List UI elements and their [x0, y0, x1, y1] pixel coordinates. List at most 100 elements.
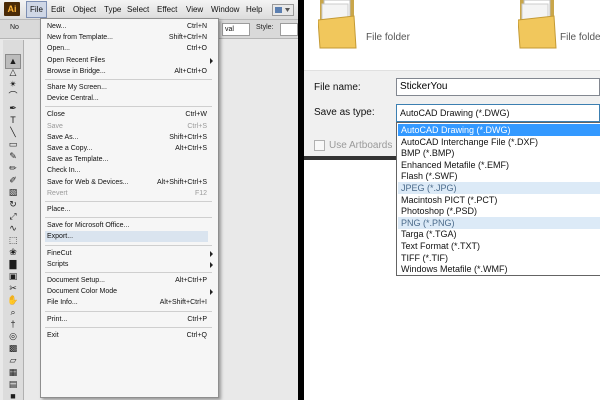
folder-icon[interactable]	[318, 0, 358, 52]
file-type-option[interactable]: BMP (*.BMP)	[398, 147, 600, 159]
save-dialog: File folder File folder File name: Save …	[304, 0, 600, 400]
menu-separator	[45, 79, 212, 80]
menu-item-browse-in-bridge[interactable]: Browse in Bridge... Alt+Ctrl+O	[42, 66, 217, 77]
file-name-label: File name:	[314, 82, 361, 93]
menu-view[interactable]: View	[183, 2, 206, 17]
save-as-type-select[interactable]: AutoCAD Drawing (*.DWG)	[396, 104, 600, 122]
menu-item-shortcut: Shift+Ctrl+S	[169, 133, 207, 141]
menu-item-label: Scripts	[47, 260, 69, 268]
menu-item-scripts[interactable]: Scripts	[42, 259, 217, 270]
file-type-option[interactable]: JPEG (*.JPG)	[398, 182, 600, 194]
submenu-arrow-icon	[210, 57, 213, 64]
menu-separator	[45, 272, 212, 273]
menu-item-label: Revert	[47, 189, 68, 197]
menu-item-new[interactable]: New... Ctrl+N	[42, 21, 217, 32]
menu-item-place[interactable]: Place...	[42, 204, 217, 215]
menu-separator	[45, 106, 212, 108]
menu-item-label: File Info...	[47, 299, 78, 307]
submenu-arrow-icon	[210, 261, 213, 268]
menu-item-label: Check In...	[47, 167, 81, 175]
file-type-option[interactable]: Flash (*.SWF)	[398, 170, 600, 182]
style-label: Style:	[256, 24, 274, 31]
menu-item-file-info[interactable]: File Info... Alt+Shift+Ctrl+I	[42, 297, 217, 308]
menu-item-label: Browse in Bridge...	[47, 67, 106, 75]
file-type-option[interactable]: Macintosh PICT (*.PCT)	[398, 194, 600, 206]
menu-item-label: Exit	[47, 331, 59, 339]
ai-app-icon: Ai	[4, 2, 20, 16]
menu-item-save-for-microsoft-office[interactable]: Save for Microsoft Office...	[42, 220, 217, 231]
folder-label: File folder	[560, 32, 600, 43]
menu-item-close[interactable]: Close Ctrl+W	[42, 109, 217, 120]
menu-select[interactable]: Select	[124, 2, 152, 17]
menu-item-label: Save	[47, 122, 63, 130]
use-artboards-checkbox[interactable]	[314, 140, 325, 151]
control-bar-label: No	[10, 24, 19, 31]
menu-item-shortcut: Alt+Ctrl+P	[175, 277, 207, 284]
minibridge-icon[interactable]	[272, 4, 294, 16]
menu-item-document-color-mode[interactable]: Document Color Mode	[42, 286, 217, 297]
menu-item-label: Share My Screen...	[47, 84, 107, 91]
submenu-arrow-icon	[210, 250, 213, 257]
menu-item-save-as[interactable]: Save As... Shift+Ctrl+S	[42, 132, 217, 143]
fill-stroke-icon[interactable]: ■	[6, 390, 20, 400]
menu-item-save-for-web-devices[interactable]: Save for Web & Devices... Alt+Shift+Ctrl+…	[42, 177, 217, 188]
file-type-option[interactable]: AutoCAD Drawing (*.DWG)	[398, 124, 600, 136]
menu-effect[interactable]: Effect	[154, 2, 180, 17]
menu-item-label: Place...	[47, 206, 71, 213]
menu-item-open-recent-files[interactable]: Open Recent Files	[42, 55, 217, 66]
menu-object[interactable]: Object	[70, 2, 99, 17]
file-name-input[interactable]	[396, 78, 600, 96]
menu-window[interactable]: Window	[208, 2, 242, 17]
menu-item-shortcut: Ctrl+N	[186, 23, 207, 30]
submenu-arrow-icon	[210, 289, 213, 296]
file-type-option[interactable]: Targa (*.TGA)	[398, 228, 600, 240]
menu-item-exit[interactable]: Exit Ctrl+Q	[42, 330, 217, 341]
menu-item-shortcut: Shift+Ctrl+N	[168, 34, 207, 42]
file-type-option[interactable]: Photoshop (*.PSD)	[398, 205, 600, 217]
folder-label: File folder	[366, 32, 410, 43]
menu-item-shortcut: Alt+Shift+Ctrl+S	[157, 178, 207, 186]
menu-item-finecut[interactable]: FineCut	[42, 248, 217, 259]
stroke-profile-field[interactable]: val	[222, 23, 250, 36]
menu-type[interactable]: Type	[101, 2, 124, 17]
menu-item-share-my-screen[interactable]: Share My Screen...	[42, 82, 217, 93]
file-type-option[interactable]: TIFF (*.TIF)	[398, 252, 600, 264]
menu-item-print[interactable]: Print... Ctrl+P	[42, 314, 217, 325]
menu-item-label: Save for Web & Devices...	[47, 178, 129, 186]
file-type-option[interactable]: PNG (*.PNG)	[398, 216, 600, 229]
menu-file[interactable]: File	[26, 1, 47, 18]
style-swatch-field[interactable]	[280, 23, 298, 36]
use-artboards-label: Use Artboards	[329, 140, 393, 151]
folder-icon[interactable]	[518, 0, 558, 52]
menu-item-save-as-template[interactable]: Save as Template...	[42, 154, 217, 165]
menu-separator	[45, 326, 212, 328]
menu-item-export[interactable]: Export...	[45, 231, 208, 243]
menu-item-device-central[interactable]: Device Central...	[42, 93, 217, 104]
menu-item-open[interactable]: Open... Ctrl+O	[42, 43, 217, 54]
menu-item-label: Export...	[47, 233, 74, 241]
menu-item-label: Open Recent Files	[47, 56, 105, 64]
file-type-option[interactable]: Text Format (*.TXT)	[398, 240, 600, 252]
menu-item-label: Save as Template...	[47, 156, 109, 164]
menu-help[interactable]: Help	[243, 2, 265, 17]
file-type-option[interactable]: AutoCAD Interchange File (*.DXF)	[398, 136, 600, 148]
menu-item-shortcut: Ctrl+S	[187, 122, 207, 130]
menu-item-save-a-copy[interactable]: Save a Copy... Alt+Ctrl+S	[42, 143, 217, 154]
menu-edit[interactable]: Edit	[48, 2, 68, 17]
menu-item-document-setup[interactable]: Document Setup... Alt+Ctrl+P	[42, 275, 217, 286]
menu-item-shortcut: Ctrl+P	[187, 315, 207, 323]
menu-item-label: Device Central...	[47, 95, 99, 103]
menu-item-shortcut: Alt+Shift+Ctrl+I	[159, 299, 207, 307]
menu-item-check-in[interactable]: Check In...	[42, 165, 217, 176]
menu-separator	[45, 201, 212, 202]
file-type-option[interactable]: Windows Metafile (*.WMF)	[398, 263, 600, 275]
file-type-option[interactable]: Enhanced Metafile (*.EMF)	[398, 159, 600, 171]
toolbox: ▲ △ ✴ ⌒ ✒ T ╲ ▭ ✎ ✏ ✐ ▧ ↻ ⤢ ∿ ⬚ ❀ ▇ ▣ ✂ ✋ ⌕ † ◎ ▩ ▱ ▦ ▤ ■	[3, 40, 24, 400]
menu-item-shortcut: Alt+Ctrl+S	[175, 145, 207, 152]
menu-item-label: FineCut	[47, 249, 72, 257]
menu-item-shortcut: Ctrl+W	[185, 111, 207, 119]
menu-item-label: Document Setup...	[47, 277, 105, 284]
menu-item-shortcut: Alt+Ctrl+O	[174, 67, 207, 75]
menu-item-shortcut: Ctrl+Q	[186, 331, 207, 339]
menu-item-new-from-template[interactable]: New from Template... Shift+Ctrl+N	[42, 32, 217, 43]
